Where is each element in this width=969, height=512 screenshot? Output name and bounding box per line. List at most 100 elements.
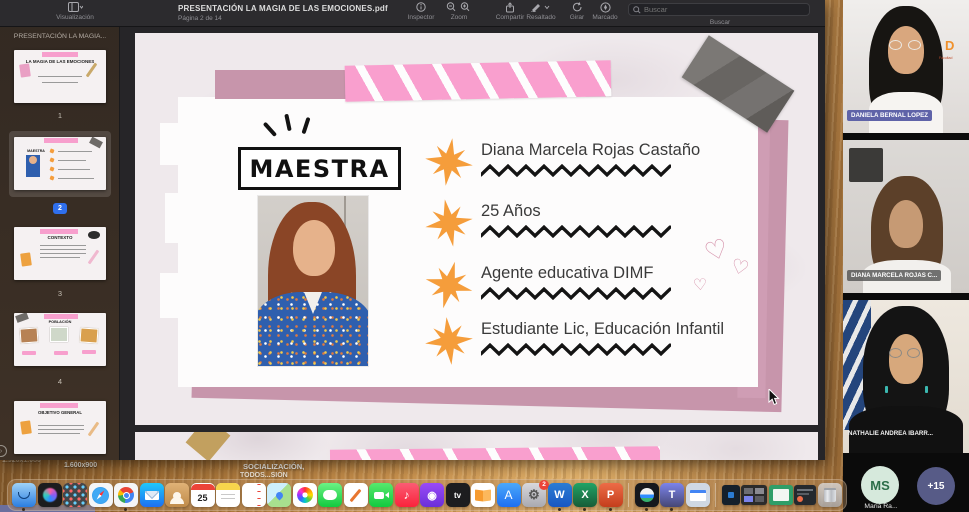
background-text-line2: TODOS...SIÓN: [240, 472, 288, 479]
background-tv: [849, 148, 883, 182]
page-thumbnail-1[interactable]: LA MAGIA DE LAS EMOCIONES: [14, 50, 106, 103]
pages-icon[interactable]: [344, 483, 368, 507]
page-thumbnail-4[interactable]: POBLACIÓN: [14, 313, 106, 366]
pdf-content-area: MAESTRA Diana Marcela Rojas Castaño: [120, 27, 825, 460]
search-input[interactable]: [644, 5, 805, 14]
tan-tape: [186, 432, 231, 460]
excel-icon[interactable]: X: [573, 483, 597, 507]
thumbnail-sidebar: PRESENTACIÓN LA MAGIA... LA MAGIA DE LAS…: [0, 27, 120, 460]
mail-icon[interactable]: [140, 483, 164, 507]
university-logo: D: [945, 38, 954, 53]
siri-icon[interactable]: [38, 483, 62, 507]
zigzag-underline: [481, 343, 671, 356]
pdf-page-2: MAESTRA Diana Marcela Rojas Castaño: [135, 33, 818, 425]
zoom-app-icon[interactable]: [635, 483, 659, 507]
calendar-icon[interactable]: 25: [191, 483, 215, 507]
word-icon[interactable]: W: [548, 483, 572, 507]
participant-name-text: NATHALIE ANDREA IBARR...: [848, 430, 933, 437]
overflow-participants-button[interactable]: +15: [917, 467, 955, 505]
circle-arrow-icon: ›: [0, 445, 7, 457]
minimized-window-1[interactable]: [722, 485, 740, 505]
chrome-icon[interactable]: [114, 483, 138, 507]
notes-icon[interactable]: [216, 483, 240, 507]
facetime-icon[interactable]: [369, 483, 393, 507]
pink-washi-tape: [330, 446, 660, 460]
search-field[interactable]: [628, 3, 810, 16]
page-thumbnail-2[interactable]: MAESTRA: [14, 137, 106, 190]
markup-button[interactable]: Marcado: [582, 2, 628, 21]
dock-divider: [715, 483, 716, 507]
apple-tv-icon[interactable]: tv: [446, 483, 470, 507]
zoom-buttons[interactable]: Zoom: [438, 2, 480, 21]
podcasts-icon[interactable]: ◉: [420, 483, 444, 507]
app-store-icon[interactable]: A: [497, 483, 521, 507]
system-settings-icon[interactable]: ⚙2: [522, 483, 546, 507]
zoom-in-out-icons: [438, 2, 480, 13]
bullet-row: Diana Marcela Rojas Castaño: [425, 137, 805, 193]
page-status: Página 2 de 14: [178, 15, 222, 22]
dock: 25 ♪ ◉ tv A ⚙2 W X P T: [7, 479, 847, 511]
star-bullet-icon: [422, 134, 476, 190]
university-logo-caption: Facultad: [939, 56, 952, 60]
participant-name-badge: DIANA MARCELA ROJAS C...: [847, 270, 941, 281]
bullet-text: Estudiante Lic, Educación Infantil: [481, 320, 724, 339]
heart-doodle-icon: ♡: [692, 275, 708, 295]
finder-icon[interactable]: [12, 483, 36, 507]
photo-face: [293, 220, 335, 276]
star-bullet-icon: [421, 194, 477, 252]
page-thumbnail-3[interactable]: CONTEXTO: [14, 227, 106, 280]
minimized-meeting-window[interactable]: [741, 485, 767, 505]
page-number-2: 2: [53, 203, 67, 214]
document-title: PRESENTACIÓN LA MAGIA DE LAS EMOCIONES.p…: [178, 4, 388, 13]
page-thumbnail-5[interactable]: OBJETIVO GENERAL: [14, 401, 106, 454]
pdf-page-3-edge: [135, 432, 818, 460]
reminders-icon[interactable]: [242, 483, 266, 507]
earring: [885, 386, 888, 393]
wallpaper-resolution-label-right: 1.600x900: [64, 462, 97, 469]
teams-icon[interactable]: T: [660, 483, 684, 507]
preview-window: Visualización PRESENTACIÓN LA MAGIA DE L…: [0, 0, 825, 460]
participant-name-badge: DANIELA BERNAL LOPEZ: [847, 110, 932, 121]
music-icon[interactable]: ♪: [395, 483, 419, 507]
slide-title: MAESTRA: [249, 155, 389, 183]
books-icon[interactable]: [471, 483, 495, 507]
screen-preview-icon[interactable]: [686, 483, 710, 507]
maps-icon[interactable]: [267, 483, 291, 507]
earring: [925, 386, 928, 393]
minimized-presentation-window[interactable]: [794, 485, 816, 505]
page-number-4: 4: [0, 377, 120, 386]
bullet-row: Estudiante Lic, Educación Infantil: [425, 316, 805, 372]
launchpad-icon[interactable]: [63, 483, 87, 507]
glasses-icon: [907, 348, 920, 358]
participant-avatar-label: Maria Ra...: [848, 503, 914, 510]
messages-icon[interactable]: [318, 483, 342, 507]
trash-icon[interactable]: [818, 483, 842, 507]
pink-washi-tape: [345, 60, 612, 102]
bullet-text: 25 Años: [481, 202, 541, 221]
search-toolbar-label: Buscar: [690, 19, 750, 26]
minimized-excel-window[interactable]: [769, 485, 793, 505]
mauve-accent-rect: [215, 70, 353, 99]
photos-icon[interactable]: [293, 483, 317, 507]
participant-face: [889, 200, 923, 248]
glasses-icon: [889, 40, 902, 50]
participant-video-1[interactable]: D Facultad DANIELA BERNAL LOPEZ: [843, 0, 969, 133]
sidebar-view-icon: [30, 2, 120, 13]
contacts-icon[interactable]: [165, 483, 189, 507]
teacher-photo: [258, 196, 368, 366]
zigzag-underline: [481, 225, 671, 238]
bullet-row: 25 Años: [425, 198, 805, 254]
search-icon: [633, 6, 641, 14]
sidebar-document-name: PRESENTACIÓN LA MAGIA...: [0, 33, 120, 40]
participant-video-2[interactable]: DIANA MARCELA ROJAS C...: [843, 140, 969, 293]
markup-pen-icon: [582, 2, 628, 13]
participant-avatar[interactable]: MS: [861, 466, 899, 504]
safari-icon[interactable]: [89, 483, 113, 507]
powerpoint-icon[interactable]: P: [599, 483, 623, 507]
view-menu-button[interactable]: Visualización: [30, 2, 120, 21]
participant-face: [888, 26, 924, 74]
glasses-icon: [889, 348, 902, 358]
glasses-icon: [908, 40, 921, 50]
video-call-panel: D Facultad DANIELA BERNAL LOPEZ DIANA MA…: [843, 0, 969, 512]
participant-video-3[interactable]: Coo Fac NATHALIE ANDREA IBARR...: [843, 300, 969, 453]
